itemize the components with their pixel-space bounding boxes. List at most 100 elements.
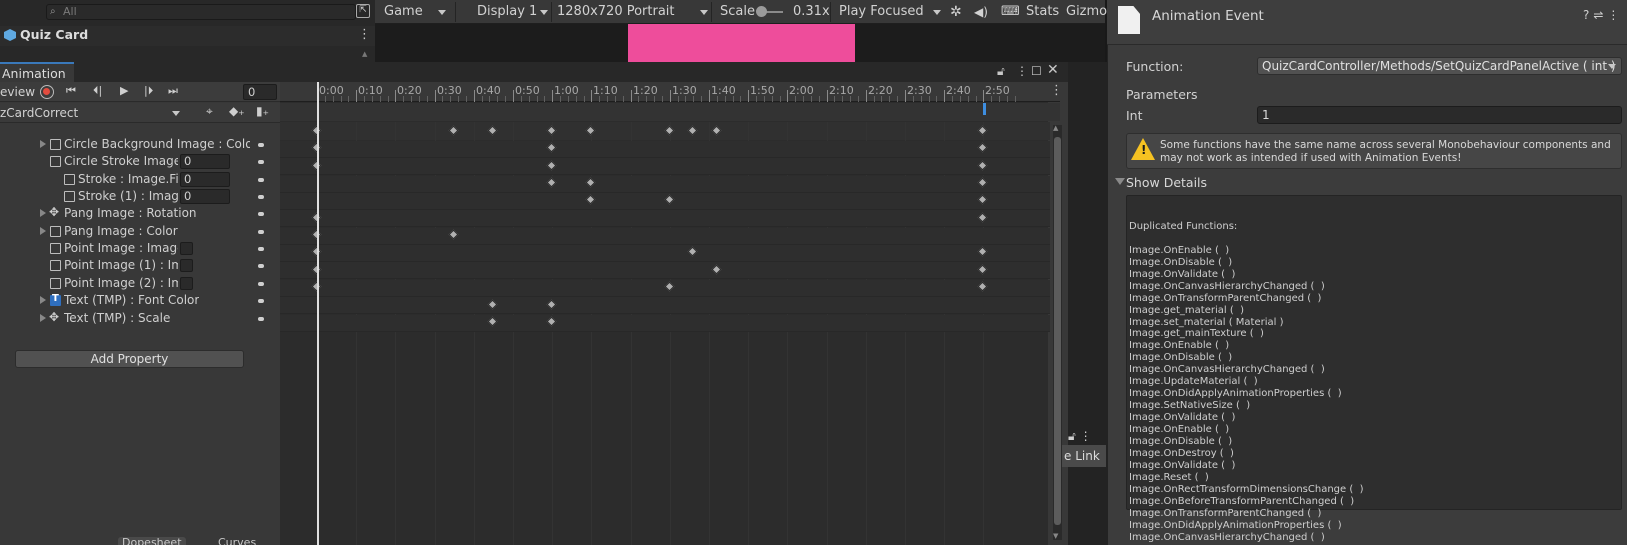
animation-event-marker[interactable] [983,103,986,115]
more-options-icon[interactable]: ⋮ [1050,83,1063,98]
foldout-arrow-icon[interactable] [40,227,46,235]
tick-mark [388,96,389,102]
property-row[interactable]: Circle Background Image : Color [0,136,280,154]
timeline-row[interactable] [280,141,1050,158]
function-dropdown[interactable]: QuizCardController/Methods/SetQuizCardPa… [1257,57,1622,75]
add-keyframe-icon[interactable]: ◆₊ [229,104,245,118]
property-value-field[interactable]: 0 [180,172,230,187]
foldout-arrow-icon[interactable] [40,209,46,217]
close-icon[interactable]: ✕ [1047,62,1059,78]
play-icon[interactable]: ▶ [120,84,128,97]
scale-slider-handle[interactable] [756,6,767,17]
property-options-icon[interactable] [258,230,264,234]
property-options-icon[interactable] [258,282,264,286]
property-row[interactable]: Pang Image : Color [0,223,280,241]
property-options-icon[interactable] [258,299,264,303]
property-row[interactable]: Text (TMP) : Scale [0,310,280,328]
display-dropdown[interactable]: Display 1 [477,0,537,24]
timeline-row[interactable] [280,297,1050,314]
filter-icon[interactable]: ⌖ [206,104,213,119]
frame-field[interactable]: 0 [243,84,277,100]
timeline-row[interactable] [280,176,1050,193]
timeline-row[interactable] [280,280,1050,297]
keyboard-icon[interactable]: ⌨ [1001,0,1020,24]
record-button[interactable] [40,85,54,99]
lock-icon[interactable]: 🔓︎ ⋮ [1068,429,1092,444]
property-row[interactable]: Point Image (2) : Ima [0,275,280,293]
scroll-down-icon[interactable]: ▼ [1053,532,1058,540]
tick-mark [756,96,757,102]
more-options-icon[interactable]: ⋮ [358,27,371,42]
show-details-foldout[interactable]: Show Details [1126,175,1207,190]
int-input[interactable]: 1 [1257,106,1622,124]
property-checkbox[interactable] [180,277,193,290]
hierarchy-search-input[interactable]: ⌕ All [46,4,356,20]
tab-curves[interactable]: Curves [214,537,260,545]
tick-mark [850,96,851,102]
property-options-icon[interactable] [258,143,264,147]
property-value-field[interactable]: 0 [180,154,230,169]
lock-icon[interactable]: 🔓︎ [997,64,1005,79]
stats-button[interactable]: Stats [1026,0,1059,24]
foldout-arrow-icon[interactable] [1115,178,1125,185]
first-key-icon[interactable]: ⏮ [66,84,76,98]
timeline-row[interactable] [280,315,1050,332]
property-row[interactable]: Point Image (1) : Ima [0,257,280,275]
add-property-button[interactable]: Add Property [15,350,244,368]
maximize-icon[interactable]: ☐ [1031,64,1042,78]
property-options-icon[interactable] [258,160,264,164]
property-options-icon[interactable] [258,178,264,182]
tick-mark [976,96,977,102]
preview-button[interactable]: eview [0,85,35,99]
add-event-icon[interactable]: ▮₊ [256,104,269,118]
animation-tab-bar [0,62,1068,82]
property-row[interactable]: Circle Stroke Image 0 [0,153,280,171]
property-options-icon[interactable] [258,264,264,268]
tab-dopesheet[interactable]: Dopesheet [118,537,186,545]
view-dropdown[interactable]: Game [384,0,423,24]
next-key-icon[interactable]: |⏵ [144,84,153,98]
help-icon[interactable]: ?⇌⋮ [1583,8,1623,22]
property-checkbox[interactable] [180,242,193,255]
property-options-icon[interactable] [258,247,264,251]
property-options-icon[interactable] [258,212,264,216]
tick-mark [1015,96,1016,102]
foldout-arrow-icon[interactable] [40,140,46,148]
timeline-row[interactable] [280,262,1050,279]
property-row[interactable]: Pang Image : Rotation [0,205,280,223]
clip-dropdown[interactable]: zCardCorrect [0,106,78,120]
timeline-row[interactable] [280,158,1050,175]
event-row[interactable] [280,103,1060,121]
property-value-field[interactable]: 0 [180,189,230,204]
resolution-dropdown[interactable]: 1280x720 Portrait [557,0,675,24]
timeline-row[interactable] [280,210,1050,227]
property-options-icon[interactable] [258,317,264,321]
link-tab[interactable]: e Link [1062,445,1106,467]
previous-key-icon[interactable]: ⏴| [93,84,102,98]
more-options-icon[interactable]: ⋮ [1016,64,1028,78]
scroll-up-icon[interactable]: ▲ [1053,124,1058,132]
scroll-up-icon[interactable]: ▲ [362,50,372,58]
tick-label: 1:10 [593,84,618,97]
property-checkbox[interactable] [180,259,193,272]
play-mode-dropdown[interactable]: Play Focused [839,0,924,24]
foldout-arrow-icon[interactable] [40,314,46,322]
foldout-arrow-icon[interactable] [40,296,46,304]
tab-animation-label: Animation [2,66,66,81]
scrollbar-thumb[interactable] [1054,137,1061,525]
playhead[interactable] [317,82,319,545]
timeline-row[interactable] [280,228,1050,245]
last-key-icon[interactable]: ⏭ [168,84,178,98]
property-row[interactable]: Stroke : Image.Fil 0 [0,171,280,189]
timeline-row[interactable] [280,245,1050,262]
tick-label: 0:00 [319,84,344,97]
property-row[interactable]: Stroke (1) : Image 0 [0,188,280,206]
timeline-row[interactable] [280,193,1050,210]
property-options-icon[interactable] [258,195,264,199]
bug-icon[interactable]: ✲ [950,0,962,24]
property-row[interactable]: Point Image : Image. [0,240,280,258]
search-options-icon[interactable]: ⇱ [356,4,370,18]
tick-mark [482,96,483,102]
audio-icon[interactable]: ◀) [974,0,988,24]
property-row[interactable]: Text (TMP) : Font Color [0,292,280,310]
